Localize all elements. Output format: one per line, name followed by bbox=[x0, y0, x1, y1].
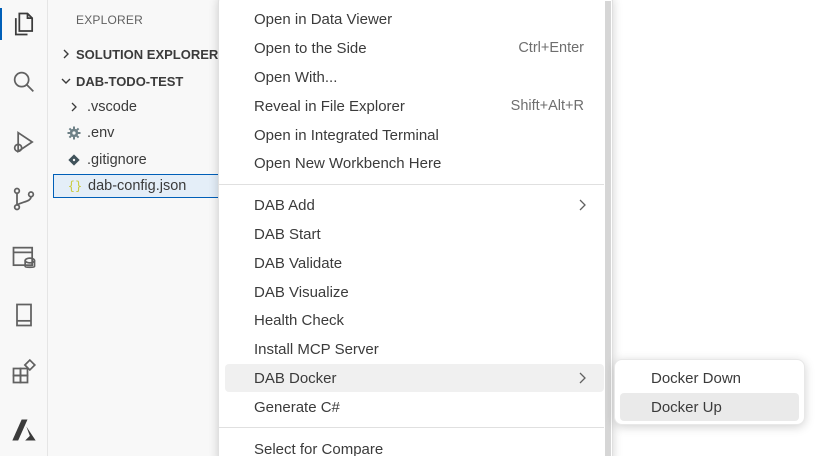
tree-item-gitignore[interactable]: .gitignore bbox=[53, 148, 228, 172]
menu-separator bbox=[219, 427, 604, 428]
menu-item-label: DAB Validate bbox=[254, 254, 343, 272]
menu-dab-add[interactable]: DAB Add bbox=[225, 191, 604, 219]
menu-reveal-in-file-explorer[interactable]: Reveal in File Explorer Shift+Alt+R bbox=[225, 92, 604, 120]
menu-scrollbar[interactable] bbox=[605, 1, 611, 456]
tree-item-label: dab-config.json bbox=[88, 178, 187, 194]
menu-item-label: Health Check bbox=[254, 311, 345, 329]
gear-icon bbox=[61, 126, 87, 140]
extensions-icon[interactable] bbox=[8, 356, 40, 388]
azure-icon[interactable] bbox=[8, 414, 40, 446]
menu-item-label: DAB Add bbox=[254, 196, 315, 214]
menu-separator bbox=[219, 184, 604, 185]
tree-item-vscode[interactable]: .vscode bbox=[53, 95, 228, 119]
menu-dab-validate[interactable]: DAB Validate bbox=[225, 249, 604, 277]
menu-dab-start[interactable]: DAB Start bbox=[225, 220, 604, 248]
search-icon[interactable] bbox=[8, 66, 40, 98]
menu-open-in-integrated-terminal[interactable]: Open in Integrated Terminal bbox=[225, 121, 604, 149]
menu-item-label: Docker Down bbox=[651, 369, 742, 387]
source-control-icon[interactable] bbox=[8, 183, 40, 215]
git-icon bbox=[61, 154, 87, 166]
section-label: SOLUTION EXPLORER bbox=[76, 46, 219, 62]
menu-item-label: DAB Docker bbox=[254, 369, 337, 387]
menu-item-label: Open in Data Viewer bbox=[254, 10, 393, 28]
menu-item-label: Open With... bbox=[254, 68, 338, 86]
section-dab-todo-test[interactable]: DAB-TODO-TEST bbox=[58, 70, 183, 92]
tree-item-label: .env bbox=[87, 125, 115, 141]
menu-item-label: Open to the Side bbox=[254, 39, 367, 57]
menu-install-mcp-server[interactable]: Install MCP Server bbox=[225, 335, 604, 363]
tree-item-env[interactable]: .env bbox=[53, 121, 228, 145]
tree-item-dab-config[interactable]: {} dab-config.json bbox=[53, 174, 228, 198]
json-braces-icon: {} bbox=[67, 179, 83, 193]
menu-item-label: Open in Integrated Terminal bbox=[254, 126, 439, 144]
menu-docker-up[interactable]: Docker Up bbox=[620, 393, 799, 421]
chevron-down-icon bbox=[58, 73, 74, 89]
menu-select-for-compare[interactable]: Select for Compare bbox=[225, 435, 604, 456]
menu-dab-docker[interactable]: DAB Docker bbox=[225, 364, 604, 392]
menu-open-new-workbench-here[interactable]: Open New Workbench Here bbox=[225, 149, 604, 177]
explorer-sidebar: EXPLORER SOLUTION EXPLORER DAB-TODO-TEST… bbox=[48, 0, 228, 456]
menu-item-label: Install MCP Server bbox=[254, 340, 379, 358]
menu-item-label: Select for Compare bbox=[254, 440, 384, 456]
menu-item-shortcut: Shift+Alt+R bbox=[510, 98, 584, 114]
section-solution-explorer[interactable]: SOLUTION EXPLORER bbox=[58, 43, 218, 65]
files-icon[interactable] bbox=[0, 8, 40, 40]
context-menu: Open in Data Viewer Open to the Side Ctr… bbox=[218, 0, 613, 456]
menu-dab-visualize[interactable]: DAB Visualize bbox=[225, 278, 604, 306]
chevron-right-icon bbox=[579, 372, 586, 384]
menu-item-label: DAB Start bbox=[254, 225, 321, 243]
menu-docker-down[interactable]: Docker Down bbox=[620, 364, 799, 392]
menu-item-label: Docker Up bbox=[651, 398, 722, 416]
chevron-right-icon bbox=[58, 46, 74, 62]
chevron-right-icon bbox=[579, 199, 586, 211]
section-label: DAB-TODO-TEST bbox=[76, 73, 184, 89]
sidebar-title: EXPLORER bbox=[76, 13, 143, 27]
menu-open-to-the-side[interactable]: Open to the Side Ctrl+Enter bbox=[225, 34, 604, 62]
dab-docker-submenu: Docker Down Docker Up bbox=[614, 359, 805, 425]
menu-item-label: Open New Workbench Here bbox=[254, 154, 442, 172]
tree-item-label: .vscode bbox=[87, 99, 137, 115]
menu-health-check[interactable]: Health Check bbox=[225, 306, 604, 334]
menu-item-label: Reveal in File Explorer bbox=[254, 97, 405, 115]
menu-open-in-data-viewer[interactable]: Open in Data Viewer bbox=[225, 5, 604, 33]
menu-item-label: DAB Visualize bbox=[254, 283, 349, 301]
menu-item-label: Generate C# bbox=[254, 398, 340, 416]
menu-item-shortcut: Ctrl+Enter bbox=[518, 40, 584, 56]
activity-bar bbox=[0, 0, 48, 456]
chevron-right-icon bbox=[61, 102, 87, 112]
run-debug-icon[interactable] bbox=[8, 126, 40, 158]
menu-open-with[interactable]: Open With... bbox=[225, 63, 604, 91]
remote-data-icon[interactable] bbox=[8, 241, 40, 273]
menu-generate-csharp[interactable]: Generate C# bbox=[225, 393, 604, 421]
tree-item-label: .gitignore bbox=[87, 152, 147, 168]
book-icon[interactable] bbox=[8, 299, 40, 331]
